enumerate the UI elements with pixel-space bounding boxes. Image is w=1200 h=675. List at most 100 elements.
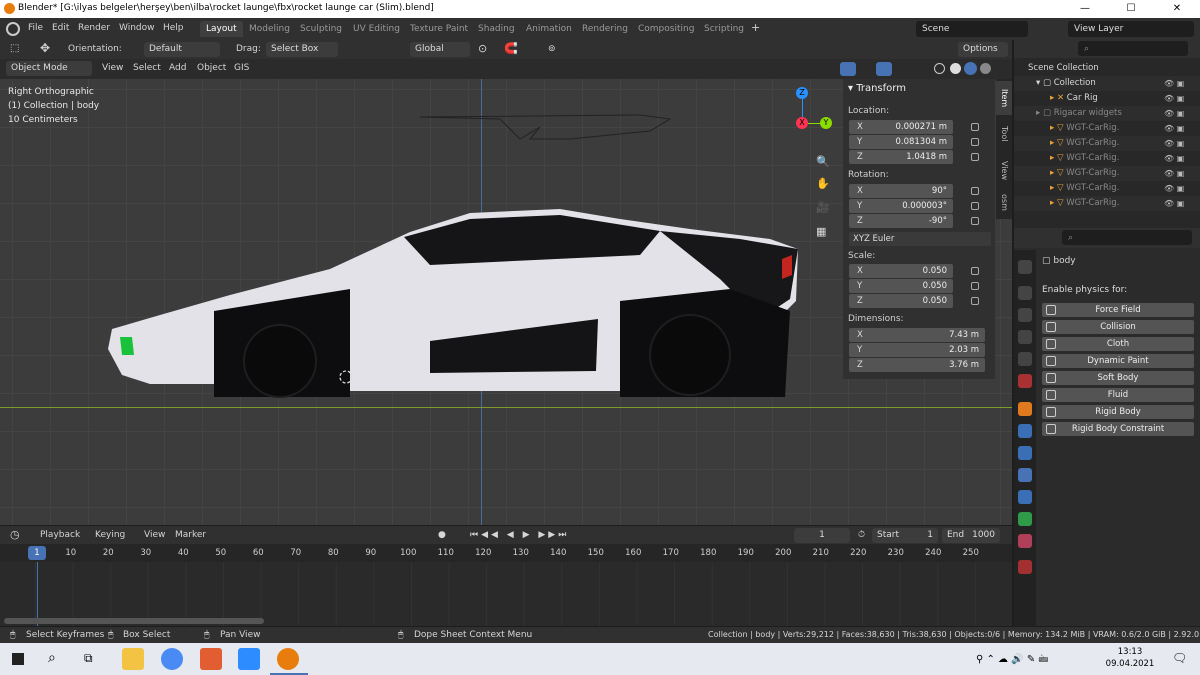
orientation-dropdown[interactable]: Default	[144, 42, 220, 57]
pan-hand-icon[interactable]: ✋	[816, 177, 830, 190]
car-model[interactable]	[0, 79, 845, 525]
menu-marker[interactable]: Marker	[175, 530, 206, 540]
rotation-x-field[interactable]: X 90°	[849, 184, 953, 198]
ortho-grid-icon[interactable]: ▦	[816, 225, 826, 238]
scene-tab-icon[interactable]	[1018, 352, 1032, 366]
chrome-icon[interactable]	[161, 648, 183, 670]
close-button[interactable]: ✕	[1154, 0, 1200, 18]
move-gizmo-icon[interactable]: ✥	[40, 41, 50, 55]
menu-render[interactable]: Render	[78, 23, 110, 33]
playback-controls[interactable]: ⏮◀◀ ◀ ▶ ▶▶⏭	[470, 530, 569, 540]
physics-tab-icon[interactable]	[1018, 468, 1032, 482]
end-frame-field[interactable]: End 1000	[942, 528, 1000, 543]
tab-view[interactable]: View	[996, 153, 1012, 187]
dimensions-y-field[interactable]: Y 2.03 m	[849, 343, 985, 357]
output-tab-icon[interactable]	[1018, 308, 1032, 322]
location-x-field[interactable]: X 0.000271 m	[849, 120, 953, 134]
tray-time[interactable]: 13:13	[1110, 647, 1150, 657]
gizmo-y-axis[interactable]: Y	[820, 117, 832, 129]
sublime-icon[interactable]	[200, 648, 222, 670]
solid-shading-icon[interactable]	[950, 63, 961, 74]
zoom-icon[interactable]: 🔍	[816, 155, 830, 168]
rigid-body-constraint-button[interactable]: Rigid Body Constraint	[1042, 422, 1194, 436]
file-explorer-icon[interactable]	[122, 648, 144, 670]
outliner-row[interactable]: Scene Collection	[1014, 61, 1200, 76]
tab-modeling[interactable]: Modeling	[243, 21, 296, 37]
snap-icon[interactable]: 🧲	[504, 42, 518, 55]
tab-tool[interactable]: Tool	[996, 117, 1012, 151]
scene-selector[interactable]: Scene	[916, 21, 1028, 37]
menu-window[interactable]: Window	[119, 23, 155, 33]
lock-icon[interactable]	[971, 217, 979, 225]
material-shading-icon[interactable]	[964, 62, 977, 75]
record-icon[interactable]: ●	[438, 530, 446, 540]
menu-file[interactable]: File	[28, 23, 43, 33]
scale-z-field[interactable]: Z 0.050	[849, 294, 953, 308]
tab-texture-paint[interactable]: Texture Paint	[404, 21, 474, 37]
world-tab-icon[interactable]	[1018, 374, 1032, 388]
minimize-button[interactable]: —	[1062, 0, 1108, 18]
clock-icon[interactable]: ⏱	[858, 530, 865, 540]
menu-keying[interactable]: Keying	[95, 530, 125, 540]
menu-help[interactable]: Help	[163, 23, 184, 33]
notifications-icon[interactable]: 🗨	[1172, 651, 1187, 665]
properties-search-input[interactable]: ⌕	[1062, 230, 1192, 245]
tab-shading[interactable]: Shading	[472, 21, 521, 37]
tab-item[interactable]: Item	[996, 81, 1012, 115]
options-dropdown[interactable]: Options	[958, 42, 1008, 57]
lock-icon[interactable]	[971, 202, 979, 210]
tool-tab-icon[interactable]	[1018, 260, 1032, 274]
lock-icon[interactable]	[971, 267, 979, 275]
tab-osm[interactable]: osm	[996, 185, 1012, 219]
navigation-gizmo[interactable]: Z X Y	[794, 85, 834, 155]
visibility-toggles[interactable]: 👁 ▣ 👁 ▣ 👁 ▣ 👁 ▣ 👁 ▣ 👁 ▣ 👁 ▣ 👁 ▣ 👁 ▣	[1164, 76, 1194, 211]
search-icon[interactable]: ⌕	[48, 650, 56, 666]
task-view-icon[interactable]: ⧉	[84, 651, 93, 666]
particles-tab-icon[interactable]	[1018, 446, 1032, 460]
lock-icon[interactable]	[971, 138, 979, 146]
lock-icon[interactable]	[971, 153, 979, 161]
current-frame-field[interactable]: 1	[794, 528, 850, 543]
data-tab-icon[interactable]	[1018, 512, 1032, 526]
show-overlays-icon[interactable]	[876, 62, 892, 76]
modifier-tab-icon[interactable]	[1018, 424, 1032, 438]
wireframe-shading-icon[interactable]	[934, 63, 945, 74]
camera-icon[interactable]: 🎥	[816, 201, 830, 214]
menu-select[interactable]: Select	[133, 63, 161, 73]
pivot-icon[interactable]: ⊙	[478, 42, 487, 55]
rotation-z-field[interactable]: Z -90°	[849, 214, 953, 228]
view-layer-selector[interactable]: View Layer	[1068, 21, 1194, 37]
transform-header[interactable]: ▾ Transform	[848, 83, 906, 94]
menu-view[interactable]: View	[102, 63, 123, 73]
timeline-body[interactable]	[0, 562, 1012, 626]
fluid-button[interactable]: Fluid	[1042, 388, 1194, 402]
object-name-field[interactable]: ▢ body	[1042, 256, 1194, 266]
tab-sculpting[interactable]: Sculpting	[294, 21, 348, 37]
gizmo-x-axis[interactable]: X	[796, 117, 808, 129]
rigid-body-button[interactable]: Rigid Body	[1042, 405, 1194, 419]
menu-add[interactable]: Add	[169, 63, 186, 73]
maximize-button[interactable]: ☐	[1108, 0, 1154, 18]
soft-body-button[interactable]: Soft Body	[1042, 371, 1194, 385]
render-tab-icon[interactable]	[1018, 286, 1032, 300]
blender-menu-icon[interactable]	[6, 22, 20, 36]
lock-icon[interactable]	[971, 297, 979, 305]
menu-playback[interactable]: Playback	[40, 530, 80, 540]
lock-icon[interactable]	[971, 282, 979, 290]
mode-dropdown[interactable]: Object Mode	[6, 61, 92, 76]
timeline-editor-icon[interactable]: ◷	[10, 528, 20, 541]
menu-view[interactable]: View	[144, 530, 165, 540]
menu-edit[interactable]: Edit	[52, 23, 69, 33]
lock-icon[interactable]	[971, 123, 979, 131]
tab-scripting[interactable]: Scripting	[698, 21, 750, 37]
cloth-button[interactable]: Cloth	[1042, 337, 1194, 351]
constraints-tab-icon[interactable]	[1018, 490, 1032, 504]
scale-y-field[interactable]: Y 0.050	[849, 279, 953, 293]
lock-icon[interactable]	[971, 187, 979, 195]
add-workspace-button[interactable]: +	[751, 21, 760, 34]
force-field-button[interactable]: Force Field	[1042, 303, 1194, 317]
menu-gis[interactable]: GIS	[234, 63, 249, 73]
show-gizmo-icon[interactable]	[840, 62, 856, 76]
drag-dropdown[interactable]: Select Box	[266, 42, 338, 57]
tab-rendering[interactable]: Rendering	[576, 21, 634, 37]
